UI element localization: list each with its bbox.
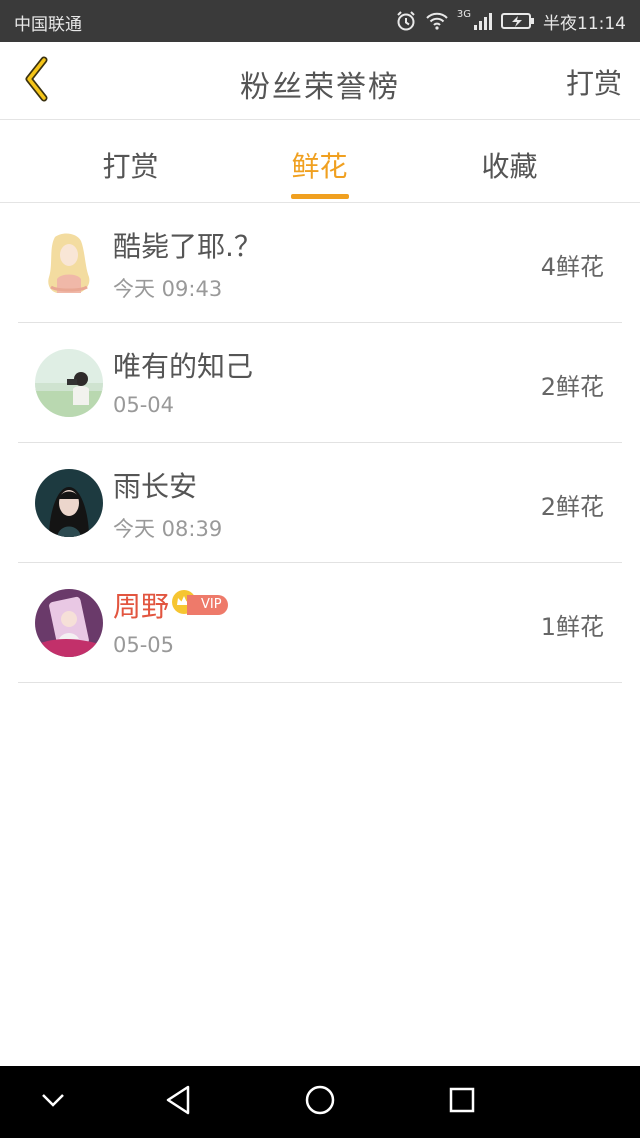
tab-label: 收藏 [481,150,538,183]
back-triangle-icon [164,1084,192,1120]
tab-reward[interactable]: 打赏 [24,121,237,203]
tab-flowers[interactable]: 鲜花 [213,121,426,203]
fan-name: 雨长安 [113,470,198,503]
list-item[interactable]: 周野 VIP 05-05 1鲜花 [18,563,622,683]
list-item[interactable]: 雨长安 今天 08:39 2鲜花 [18,443,622,563]
avatar [35,349,103,417]
tab-label: 打赏 [102,150,159,183]
flower-count: 4鲜花 [540,253,604,281]
active-tab-indicator [290,194,349,199]
fan-name-text: 周野 [113,590,170,623]
carrier-name: 中国联通 [14,15,82,35]
avatar [35,229,103,297]
fan-time: 今天 09:43 [113,277,223,301]
fan-time: 05-04 [113,393,175,417]
tab-favorites[interactable]: 收藏 [403,121,616,203]
fan-name: 唯有的知己 [113,350,254,383]
nav-home-button[interactable] [300,1082,340,1122]
nav-back-button[interactable] [158,1082,198,1122]
fan-list: 酷毙了耶.？ 今天 09:43 4鲜花 唯有的知己 05-04 2鲜花 雨长安 … [18,203,622,683]
recents-square-icon [448,1086,476,1118]
reward-button[interactable]: 打赏 [566,62,622,102]
flower-count: 1鲜花 [540,613,604,641]
wifi-icon [425,11,449,31]
status-icons: 3G 半夜11:14 [395,8,626,34]
header: 粉丝荣誉榜 打赏 [0,42,640,120]
fan-name: 周野 VIP [113,585,228,625]
chevron-down-icon [40,1092,66,1112]
status-bar: 中国联通 3G 半夜11:14 [0,0,640,42]
alarm-icon [395,10,417,32]
page-title: 粉丝荣誉榜 [240,70,400,105]
fan-name: 酷毙了耶.？ [113,230,262,263]
network-type: 3G [456,8,471,20]
list-item[interactable]: 唯有的知己 05-04 2鲜花 [18,323,622,443]
navigation-bar [0,1066,640,1138]
hide-keyboard-button[interactable] [33,1082,73,1122]
tab-bar: 打赏 鲜花 收藏 [0,121,640,203]
flower-count: 2鲜花 [540,373,604,401]
fan-time: 05-05 [113,633,175,657]
home-circle-icon [304,1084,336,1120]
list-item[interactable]: 酷毙了耶.？ 今天 09:43 4鲜花 [18,203,622,323]
nav-recents-button[interactable] [442,1082,482,1122]
avatar [35,589,103,657]
flower-count: 2鲜花 [540,493,604,521]
avatar [35,469,103,537]
battery-icon [501,12,535,30]
vip-label: VIP [187,595,228,615]
vip-badge: VIP [171,589,228,617]
clock: 半夜11:14 [543,13,626,34]
tab-label: 鲜花 [291,150,348,183]
signal-icon [473,11,493,31]
fan-time: 今天 08:39 [113,517,223,541]
